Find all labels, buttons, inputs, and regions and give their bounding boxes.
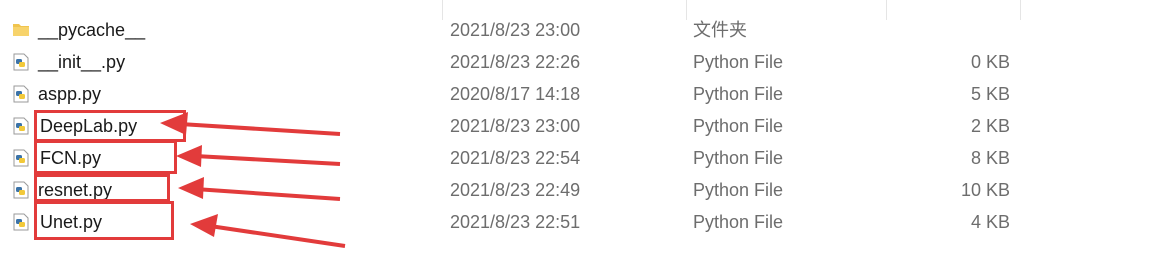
file-modified: 2021/8/23 23:00: [450, 20, 581, 40]
file-type: Python File: [693, 116, 784, 136]
list-item[interactable]: __pycache__ 2021/8/23 23:00 文件夹: [0, 14, 1152, 46]
file-name[interactable]: __init__.py: [38, 46, 125, 78]
file-type: Python File: [693, 52, 784, 72]
python-file-icon: [13, 149, 29, 167]
file-modified: 2020/8/17 14:18: [450, 84, 581, 104]
file-modified: 2021/8/23 22:54: [450, 148, 581, 168]
file-name[interactable]: aspp.py: [38, 78, 101, 110]
file-size: 0 KB: [970, 52, 1010, 72]
highlight-box: [34, 140, 177, 174]
file-name[interactable]: __pycache__: [38, 14, 145, 46]
file-size: 8 KB: [970, 148, 1010, 168]
file-modified: 2021/8/23 22:51: [450, 212, 581, 232]
file-type: Python File: [693, 212, 784, 232]
file-type: Python File: [693, 84, 784, 104]
file-size: 5 KB: [970, 84, 1010, 104]
folder-icon: [13, 24, 29, 36]
list-item[interactable]: aspp.py 2020/8/17 14:18 Python File 5 KB: [0, 78, 1152, 110]
file-size: 2 KB: [970, 116, 1010, 136]
python-file-icon: [13, 85, 29, 103]
python-file-icon: [13, 117, 29, 135]
file-size: 4 KB: [970, 212, 1010, 232]
file-type: Python File: [693, 148, 784, 168]
file-modified: 2021/8/23 23:00: [450, 116, 581, 136]
highlight-box: [34, 174, 170, 202]
file-type: Python File: [693, 180, 784, 200]
list-item[interactable]: __init__.py 2021/8/23 22:26 Python File …: [0, 46, 1152, 78]
highlight-box: [34, 110, 186, 142]
python-file-icon: [13, 181, 29, 199]
file-modified: 2021/8/23 22:26: [450, 52, 581, 72]
highlight-box: [34, 201, 174, 240]
file-size: 10 KB: [960, 180, 1010, 200]
python-file-icon: [13, 53, 29, 71]
file-size: [890, 14, 1010, 46]
python-file-icon: [13, 213, 29, 231]
file-modified: 2021/8/23 22:49: [450, 180, 581, 200]
file-type: 文件夹: [693, 20, 747, 40]
